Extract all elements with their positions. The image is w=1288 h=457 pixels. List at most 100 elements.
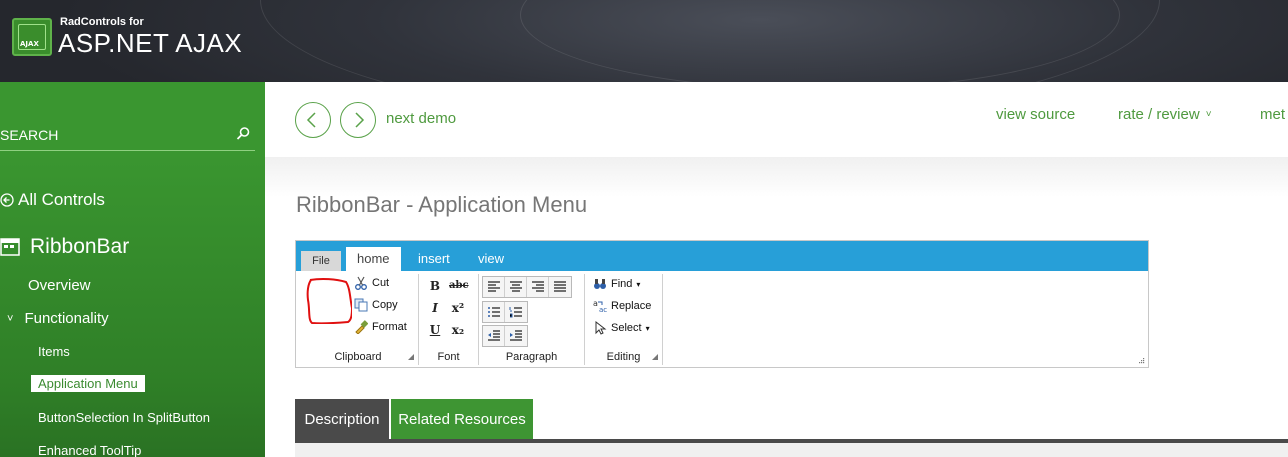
- more-link[interactable]: met: [1260, 106, 1285, 123]
- dialog-launcher-icon[interactable]: [408, 354, 414, 360]
- find-button[interactable]: Find ▾: [593, 277, 640, 291]
- svg-text:a: a: [593, 299, 598, 308]
- sidebar-item-application-menu[interactable]: Application Menu: [31, 375, 145, 392]
- outdent-icon: [487, 330, 500, 341]
- resize-grip-icon[interactable]: [1138, 357, 1145, 364]
- next-demo-button[interactable]: [340, 102, 376, 138]
- clipboard-group-label: Clipboard: [334, 351, 382, 363]
- strikethrough-button[interactable]: abc: [449, 277, 469, 295]
- svg-text:ac: ac: [599, 306, 607, 313]
- tab-description[interactable]: Description: [295, 399, 389, 439]
- clipboard-group: Cut Copy Format Clipboard: [298, 274, 419, 365]
- justify-icon: [554, 281, 566, 292]
- align-right-icon: [531, 281, 544, 292]
- control-heading[interactable]: RibbonBar: [0, 235, 129, 259]
- replace-icon: a ac: [593, 299, 607, 313]
- search-icon[interactable]: [235, 126, 251, 142]
- sidebar-item-enhanced-tooltip[interactable]: Enhanced ToolTip: [38, 443, 141, 457]
- indent-icon: [510, 330, 522, 341]
- numbered-list-icon: [509, 307, 522, 318]
- indent-button[interactable]: [505, 326, 527, 346]
- editing-group-label: Editing: [606, 351, 641, 363]
- ribbonbar-icon: [0, 238, 20, 256]
- outdent-button[interactable]: [483, 326, 505, 346]
- top-header: AJAX RadControls for ASP.NET AJAX: [0, 0, 1288, 82]
- rate-review-link[interactable]: rate / review ˅: [1118, 106, 1212, 123]
- brand-subtitle: RadControls for: [60, 16, 144, 28]
- sidebar-item-functionality[interactable]: ˅ Functionality: [7, 310, 109, 327]
- replace-label: Replace: [611, 300, 652, 312]
- chevron-left-icon: [306, 112, 316, 128]
- bold-button[interactable]: B: [426, 277, 444, 295]
- subscript-button[interactable]: x₂: [449, 321, 467, 339]
- replace-button[interactable]: a ac Replace: [593, 299, 651, 313]
- chevron-right-icon: [355, 112, 365, 128]
- align-right-button[interactable]: [527, 277, 549, 297]
- chevron-down-icon: ˅: [7, 312, 14, 325]
- sidebar-item-label: Functionality: [24, 310, 109, 327]
- logo-tag: AJAX: [20, 40, 39, 48]
- bullet-list-button[interactable]: [483, 302, 505, 322]
- paragraph-group-label: Paragraph: [505, 351, 558, 363]
- page-title: RibbonBar - Application Menu: [296, 192, 588, 217]
- indent-buttons: [482, 325, 528, 347]
- tab-view[interactable]: view: [467, 247, 515, 271]
- file-tab[interactable]: File: [301, 251, 341, 271]
- justify-button[interactable]: [549, 277, 571, 297]
- annotation-scribble: [306, 277, 352, 324]
- align-center-icon: [509, 281, 522, 292]
- alignment-buttons: [482, 276, 572, 298]
- list-buttons: [482, 301, 528, 323]
- tab-insert[interactable]: insert: [407, 247, 461, 271]
- align-left-icon: [487, 281, 500, 292]
- prev-demo-button[interactable]: [295, 102, 331, 138]
- binoculars-icon: [594, 279, 606, 289]
- dialog-launcher-icon[interactable]: [652, 354, 658, 360]
- superscript-button[interactable]: x²: [449, 299, 467, 317]
- back-arrow-icon: [0, 193, 14, 207]
- sidebar-item-overview[interactable]: Overview: [28, 277, 91, 294]
- copy-label: Copy: [372, 299, 398, 311]
- next-demo-link[interactable]: next demo: [386, 110, 456, 127]
- cursor-icon: [595, 321, 607, 335]
- format-label: Format: [372, 321, 407, 333]
- bullet-list-icon: [487, 307, 500, 317]
- tab-content: [295, 443, 1288, 457]
- align-center-button[interactable]: [505, 277, 527, 297]
- rate-review-label: rate / review: [1118, 106, 1200, 123]
- sidebar-item-buttonselection[interactable]: ButtonSelection In SplitButton: [38, 410, 210, 425]
- control-name: RibbonBar: [30, 235, 130, 258]
- all-controls-link[interactable]: All Controls: [0, 190, 105, 210]
- cut-button[interactable]: Cut: [354, 276, 389, 290]
- all-controls-label: All Controls: [18, 190, 105, 209]
- view-source-link[interactable]: view source: [996, 106, 1075, 123]
- scissors-icon: [355, 276, 367, 290]
- underline-button[interactable]: U: [426, 321, 444, 339]
- chevron-down-icon: ˅: [1205, 109, 1212, 120]
- brand-title[interactable]: ASP.NET AJAX: [58, 28, 242, 59]
- format-painter-icon: [355, 320, 368, 334]
- select-label: Select: [611, 322, 642, 334]
- nav-shadow: [265, 157, 1288, 197]
- ribbon-tab-strip: File home insert view: [296, 241, 1148, 271]
- demo-nav: next demo view source rate / review ˅ me…: [265, 82, 1288, 157]
- search-input[interactable]: SEARCH: [0, 124, 255, 151]
- sidebar: SEARCH All Controls RibbonBar Overview ˅…: [0, 82, 265, 457]
- caret-down-icon: ▾: [645, 323, 650, 333]
- ajax-logo[interactable]: AJAX: [12, 18, 52, 56]
- search-label: SEARCH: [0, 127, 59, 143]
- select-button[interactable]: Select ▾: [593, 321, 650, 335]
- font-group: B abc I x² U x₂ Font: [419, 274, 479, 365]
- tab-home[interactable]: home: [346, 247, 401, 271]
- numbered-list-button[interactable]: [505, 302, 527, 322]
- ribbonbar: File home insert view Cut Copy Format Cl…: [295, 240, 1149, 368]
- copy-button[interactable]: Copy: [354, 298, 398, 312]
- tab-related-resources[interactable]: Related Resources: [391, 399, 533, 439]
- italic-button[interactable]: I: [426, 299, 444, 317]
- sidebar-item-items[interactable]: Items: [38, 344, 70, 359]
- format-painter-button[interactable]: Format: [354, 320, 407, 334]
- paragraph-group: Paragraph: [479, 274, 585, 365]
- align-left-button[interactable]: [483, 277, 505, 297]
- font-group-label: Font: [437, 351, 460, 363]
- caret-down-icon: ▾: [636, 279, 641, 289]
